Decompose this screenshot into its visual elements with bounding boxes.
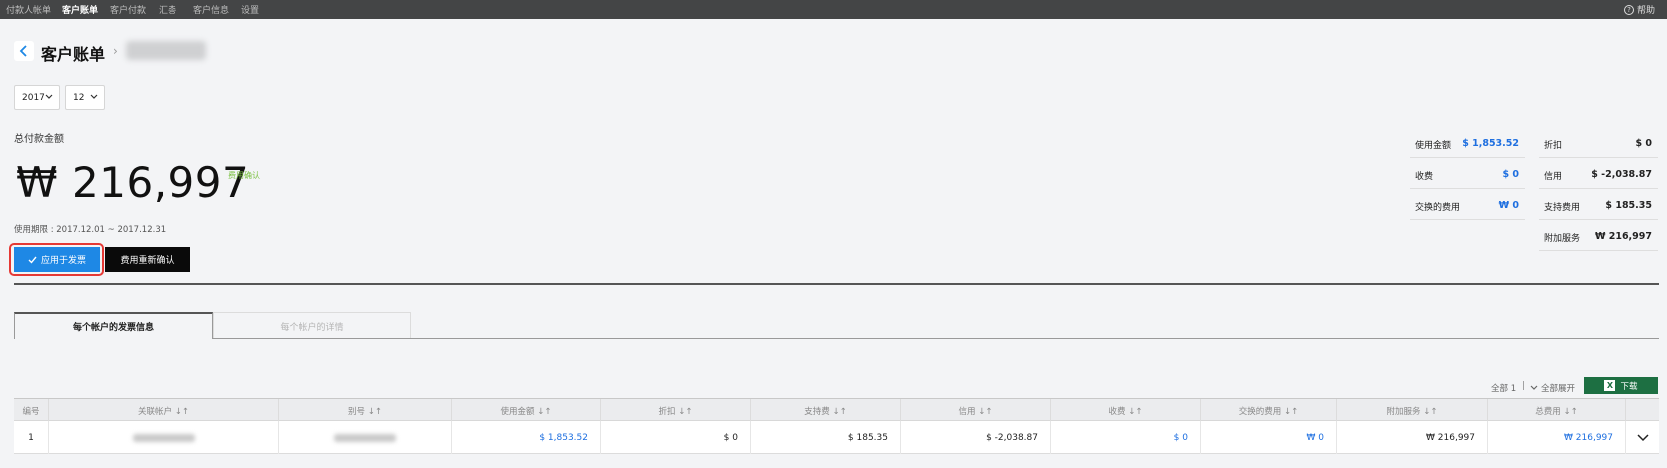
- question-icon: ?: [1623, 4, 1634, 15]
- fee-recheck-button[interactable]: 费用重新确认: [105, 247, 190, 272]
- cell-alias: [278, 421, 451, 454]
- redacted-alias: [334, 433, 396, 442]
- chevron-down-icon: [90, 94, 98, 99]
- col-header-expand: [1625, 399, 1659, 422]
- cell-support: $ 185.35: [750, 421, 900, 454]
- nav-item-customer-info[interactable]: 客户信息: [193, 3, 229, 16]
- col-header-alias[interactable]: 别号 ↓↑: [278, 399, 451, 422]
- nav-item-settings[interactable]: 设置: [241, 3, 259, 16]
- summary-discount: 折扣 $ 0: [1539, 127, 1658, 158]
- currency-symbol: ₩: [16, 158, 59, 207]
- apply-to-invoice-label: 应用于发票: [40, 255, 86, 265]
- table-row[interactable]: 1 $ 1,853.52 $ 0 $ 185.35 $ -2,038.87 $ …: [14, 421, 1659, 454]
- total-payment-label: 总付款金额: [14, 134, 64, 145]
- summary-label: 使用金额: [1415, 141, 1452, 151]
- section-divider: [14, 283, 1659, 285]
- chevron-down-icon: [1636, 433, 1649, 441]
- col-header-support[interactable]: 支持费 ↓↑: [750, 399, 900, 422]
- top-nav: 付款人帐单 客户账单 客户付款 汇총 客户信息 设置 ? 帮助: [0, 0, 1667, 19]
- col-header-addon[interactable]: 附加服务 ↓↑: [1336, 399, 1487, 422]
- cell-addon: ₩ 216,997: [1336, 421, 1487, 454]
- table-header: 编号 关联帐户 ↓↑ 别号 ↓↑ 使用金额 ↓↑ 折扣 ↓↑ 支持费 ↓↑ 信用…: [14, 398, 1659, 422]
- year-select[interactable]: 2017: [14, 85, 60, 110]
- summary-usage: 使用金额 $ 1,853.52: [1410, 127, 1525, 158]
- back-button[interactable]: [14, 41, 34, 61]
- col-header-linked-account[interactable]: 关联帐户 ↓↑: [48, 399, 278, 422]
- apply-to-invoice-button[interactable]: 应用于发票: [14, 247, 100, 272]
- summary-charge: 收费 $ 0: [1410, 158, 1525, 189]
- expand-all-label: 全部展开: [1541, 384, 1576, 394]
- expand-all-button[interactable]: 全部展开: [1530, 382, 1575, 394]
- amount-value: 216,997: [72, 158, 250, 207]
- row-expand-button[interactable]: [1625, 421, 1659, 454]
- summary-value: ₩ 0: [1498, 200, 1519, 211]
- summary-value: $ 1,853.52: [1462, 138, 1519, 149]
- summary-value: $ 0: [1635, 138, 1652, 149]
- year-value: 2017: [22, 92, 45, 103]
- summary-label: 信用: [1544, 172, 1563, 182]
- summary-label: 折扣: [1544, 141, 1563, 151]
- breadcrumb-customer-name: [126, 41, 206, 60]
- cell-total[interactable]: ₩ 216,997: [1487, 421, 1625, 454]
- summary-credit: 信用 $ -2,038.87: [1539, 158, 1658, 189]
- tab-underline: [213, 338, 1659, 339]
- summary-exchange-fee: 交换的费用 ₩ 0: [1410, 189, 1525, 220]
- month-select[interactable]: 12: [65, 85, 105, 110]
- redacted-account: [132, 433, 195, 442]
- tab-invoice-info[interactable]: 每个帐户的发票信息: [14, 312, 213, 339]
- total-payment-amount: ₩216,997: [16, 158, 249, 207]
- nav-item-customer-payment[interactable]: 客户付款: [110, 3, 146, 16]
- chevron-down-icon: [1530, 385, 1538, 390]
- col-header-total[interactable]: 总费用 ↓↑: [1487, 399, 1625, 422]
- col-header-discount[interactable]: 折扣 ↓↑: [600, 399, 750, 422]
- help-label: 帮助: [1636, 6, 1655, 16]
- month-value: 12: [73, 92, 85, 103]
- col-header-charge[interactable]: 收费 ↓↑: [1050, 399, 1200, 422]
- tool-separator: |: [1522, 381, 1526, 391]
- download-label: 下载: [1620, 381, 1638, 392]
- chevron-left-icon: [19, 45, 27, 57]
- fee-confirmed-badge: 费用确认: [228, 171, 260, 180]
- summary-label: 支持费用: [1544, 203, 1581, 213]
- download-button[interactable]: X 下载: [1584, 377, 1658, 394]
- summary-value: ₩ 216,997: [1594, 231, 1652, 242]
- col-header-usage[interactable]: 使用金额 ↓↑: [451, 399, 600, 422]
- breadcrumb-separator: ›: [113, 44, 118, 58]
- cell-charge[interactable]: $ 0: [1050, 421, 1200, 454]
- nav-item-customer-bill[interactable]: 客户账单: [62, 3, 98, 16]
- col-header-no: 编号: [22, 406, 40, 417]
- cell-linked-account: [48, 421, 278, 454]
- cell-credit: $ -2,038.87: [900, 421, 1050, 454]
- cell-discount: $ 0: [600, 421, 750, 454]
- cell-exchange[interactable]: ₩ 0: [1200, 421, 1336, 454]
- total-count: 全部 1: [1491, 384, 1517, 394]
- nav-item-summary[interactable]: 汇총: [159, 3, 176, 16]
- summary-value: $ 185.35: [1605, 200, 1652, 211]
- summary-label: 交换的费用: [1415, 203, 1461, 213]
- check-icon: [28, 256, 37, 264]
- usage-period: 使用期限 : 2017.12.01 ~ 2017.12.31: [14, 225, 167, 235]
- cell-usage[interactable]: $ 1,853.52: [451, 421, 600, 454]
- nav-item-payer-bill[interactable]: 付款人帐单: [6, 3, 51, 16]
- summary-label: 收费: [1415, 172, 1434, 182]
- chevron-down-icon: [45, 94, 53, 99]
- tab-account-details[interactable]: 每个帐户的详情: [213, 312, 411, 339]
- summary-support-fee: 支持费用 $ 185.35: [1539, 189, 1658, 220]
- col-header-credit[interactable]: 信用 ↓↑: [900, 399, 1050, 422]
- summary-label: 附加服务: [1544, 234, 1581, 244]
- summary-value: $ -2,038.87: [1591, 169, 1652, 180]
- help-link[interactable]: ? 帮助: [1623, 3, 1655, 16]
- page-title: 客户账单: [41, 45, 106, 64]
- excel-icon: X: [1604, 380, 1616, 391]
- summary-value: $ 0: [1502, 169, 1519, 180]
- summary-addon-service: 附加服务 ₩ 216,997: [1539, 220, 1658, 251]
- cell-no: 1: [28, 432, 34, 443]
- col-header-exchange[interactable]: 交换的费用 ↓↑: [1200, 399, 1336, 422]
